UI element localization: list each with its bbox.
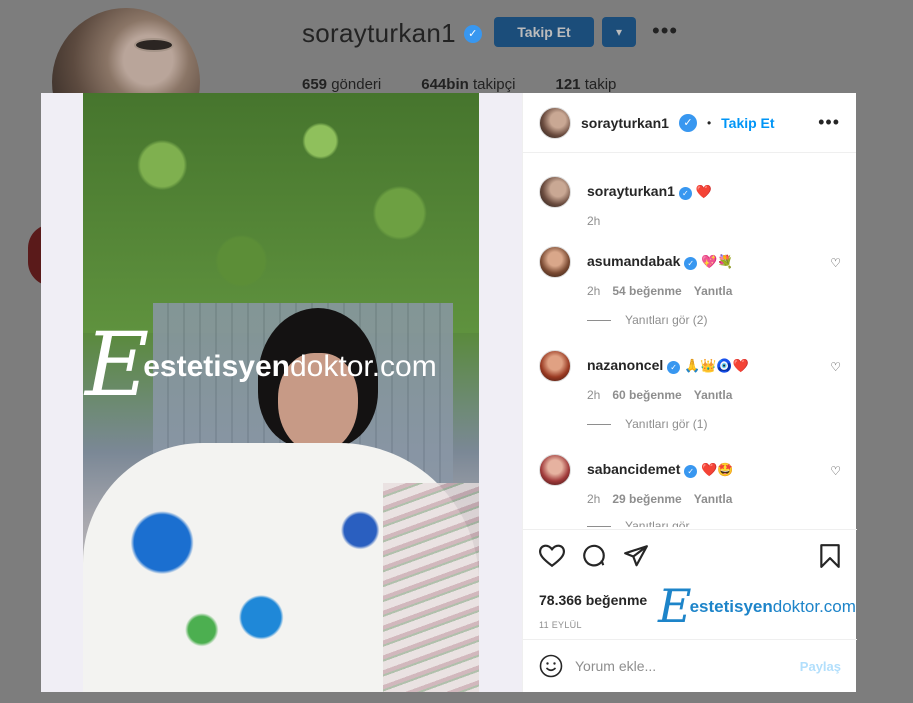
post-media: E estetisyendoktor.com	[41, 93, 522, 692]
comment-icon[interactable]	[581, 543, 607, 569]
caption-avatar[interactable]	[539, 176, 571, 208]
comment-likes[interactable]: 54 beğenme	[612, 284, 681, 298]
caption-username[interactable]: sorayturkan1	[587, 183, 675, 199]
comment-time: 2h	[587, 284, 601, 298]
stat-following[interactable]: 121 takip	[555, 76, 616, 93]
watermark-letter: E	[658, 579, 692, 633]
header-separator: •	[706, 115, 712, 130]
watermark-text: estetisyendoktor.com	[689, 597, 856, 617]
comment-username[interactable]: asumandabak	[587, 253, 680, 269]
verified-icon: ✓	[678, 113, 697, 132]
comment-username[interactable]: sabancidemet	[587, 461, 680, 477]
comment-input[interactable]: Yorum ekle...	[575, 658, 788, 674]
profile-username: sorayturkan1 ✓	[302, 18, 482, 49]
photo-pillow	[383, 483, 479, 692]
replies-line	[587, 319, 611, 321]
comment-item: nazanoncel ✓ 🙏👑🧿❤️ 2h 60 beğenme Yanıtla ♡	[539, 350, 841, 402]
watermark-text: estetisyendoktor.com	[143, 350, 437, 384]
comment-like-icon[interactable]: ♡	[830, 360, 841, 374]
profile-stats: 659 gönderi 644bin takipçi 121 takip	[302, 76, 616, 93]
header-follow-button[interactable]: Takip Et	[721, 115, 774, 131]
stat-posts: 659 gönderi	[302, 76, 382, 93]
caption-text: ❤️	[695, 184, 712, 199]
chevron-down-icon[interactable]: ▾	[602, 17, 636, 47]
comment-likes[interactable]: 29 beğenme	[612, 492, 681, 506]
verified-icon: ✓	[678, 187, 692, 200]
comment-item: asumandabak ✓ 💖💐 2h 54 beğenme Yanıtla ♡	[539, 246, 841, 298]
post-sidebar: sorayturkan1 ✓ • Takip Et ••• sorayturka…	[522, 93, 857, 692]
caption-time: 2h	[587, 214, 601, 228]
comment-reply-button[interactable]: Yanıtla	[694, 492, 733, 506]
stat-followers[interactable]: 644bin takipçi	[421, 76, 515, 93]
comment-item: sabancidemet ✓ ❤️🤩 2h 29 beğenme Yanıtla ♡	[539, 454, 841, 506]
post-comment-button[interactable]: Paylaş	[800, 659, 841, 674]
comment-time: 2h	[587, 388, 601, 402]
verified-icon: ✓	[667, 361, 681, 374]
emoji-icon[interactable]	[539, 654, 563, 678]
profile-username-text: sorayturkan1	[302, 18, 456, 48]
profile-more-icon[interactable]: •••	[652, 18, 678, 44]
comment-avatar[interactable]	[539, 454, 571, 486]
view-replies[interactable]: Yanıtları gör (1)	[587, 417, 707, 431]
comment-like-icon[interactable]: ♡	[830, 464, 841, 478]
replies-line	[587, 423, 611, 425]
comment-reply-button[interactable]: Yanıtla	[694, 388, 733, 402]
avatar-eye	[134, 38, 174, 52]
caption: sorayturkan1 ✓ ❤️ 2h	[539, 176, 841, 228]
comment-time: 2h	[587, 492, 601, 506]
comment-reply-button[interactable]: Yanıtla	[694, 284, 733, 298]
share-icon[interactable]	[623, 544, 649, 568]
header-avatar[interactable]	[539, 106, 571, 139]
verified-icon: ✓	[684, 465, 698, 478]
heart-icon[interactable]	[539, 544, 565, 568]
add-comment-bar: Yorum ekle... Paylaş	[523, 639, 857, 692]
verified-icon: ✓	[684, 257, 698, 270]
post-header: sorayturkan1 ✓ • Takip Et •••	[523, 93, 856, 153]
comments-list[interactable]: sorayturkan1 ✓ ❤️ 2h asumandabak ✓ 💖💐 2h…	[523, 154, 857, 527]
comment-avatar[interactable]	[539, 350, 571, 382]
view-replies[interactable]: Yanıtları gör (2)	[587, 313, 707, 327]
action-icons	[539, 542, 841, 570]
watermark-overlay-small: E estetisyendoktor.com	[658, 579, 856, 633]
post-more-icon[interactable]: •••	[818, 112, 840, 133]
comment-text: 💖💐	[701, 254, 734, 269]
photo-foliage	[83, 93, 479, 333]
comment-text: 🙏👑🧿❤️	[684, 358, 749, 373]
comment-avatar[interactable]	[539, 246, 571, 278]
comment-likes[interactable]: 60 beğenme	[612, 388, 681, 402]
watermark-letter: E	[85, 313, 150, 416]
bookmark-icon[interactable]	[819, 543, 841, 569]
header-username[interactable]: sorayturkan1	[581, 115, 669, 131]
verified-icon: ✓	[463, 24, 482, 43]
view-replies[interactable]: Yanıtları gör	[587, 519, 689, 527]
watermark-overlay: E estetisyendoktor.com	[85, 313, 437, 416]
comment-text: ❤️🤩	[701, 462, 734, 477]
comment-username[interactable]: nazanoncel	[587, 357, 663, 373]
post-actions: 78.366 beğenme 11 EYLÜL E estetisyendokt…	[523, 529, 857, 630]
post-modal: E estetisyendoktor.com sorayturkan1 ✓ • …	[41, 93, 857, 692]
comment-like-icon[interactable]: ♡	[830, 256, 841, 270]
profile-follow-button[interactable]: Takip Et	[494, 17, 594, 47]
replies-line	[587, 525, 611, 527]
